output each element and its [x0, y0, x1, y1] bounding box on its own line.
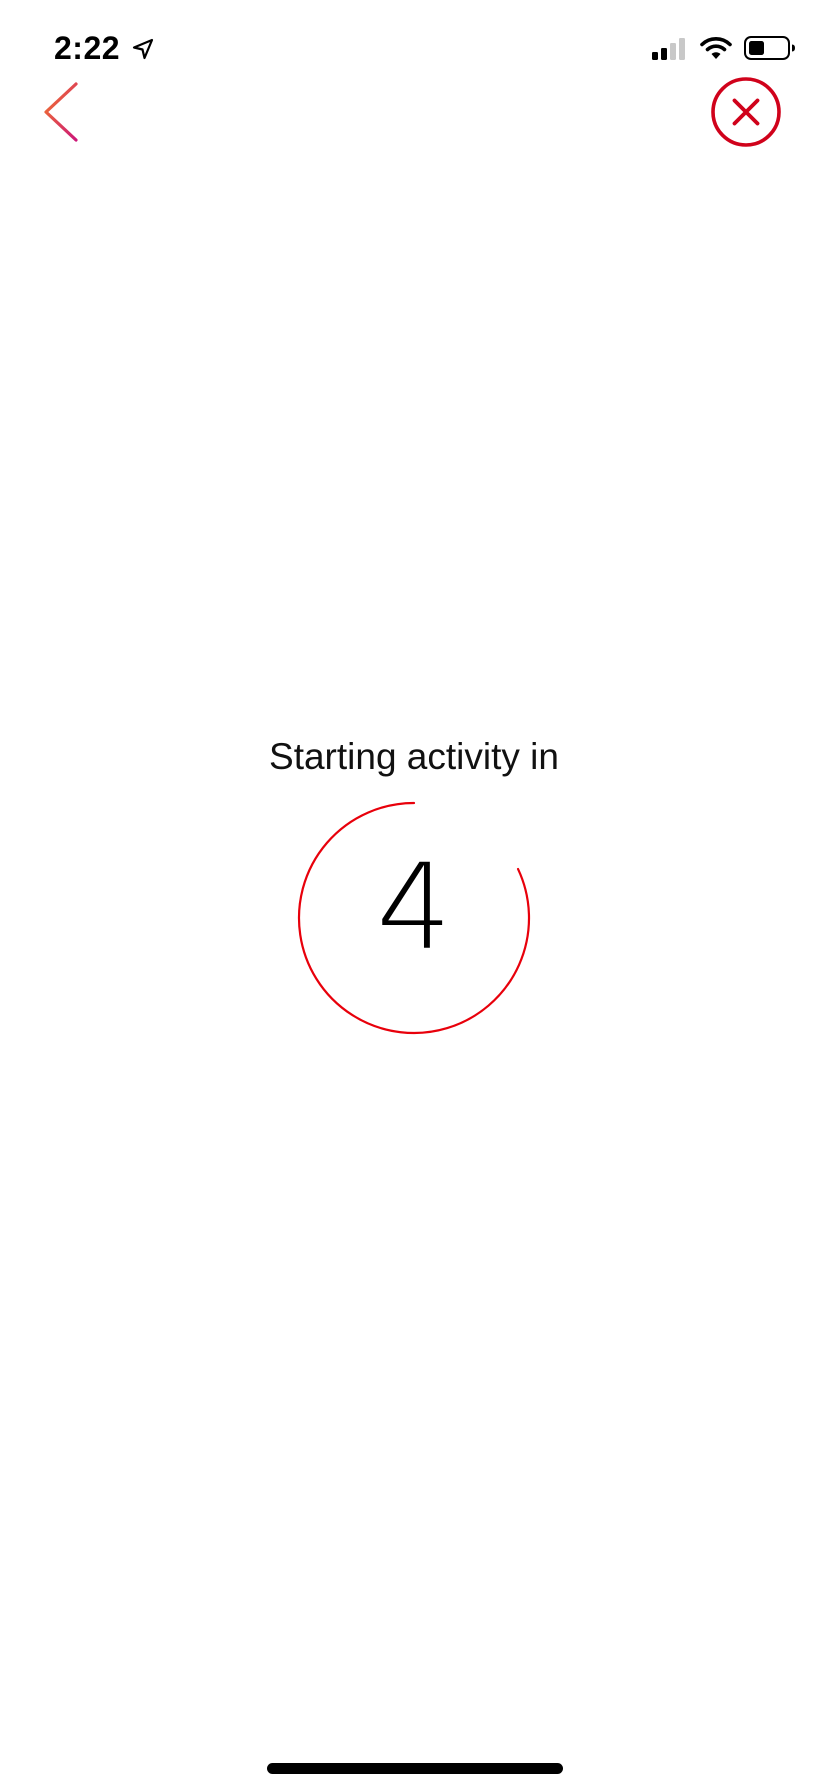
status-bar: 2:22	[0, 0, 828, 96]
cellular-signal-icon	[652, 38, 685, 60]
home-indicator	[267, 1763, 563, 1774]
countdown-number: 4	[376, 838, 452, 976]
status-time: 2:22	[54, 30, 121, 66]
battery-icon	[744, 36, 795, 60]
close-button[interactable]	[710, 76, 782, 148]
chevron-left-icon	[44, 82, 78, 142]
close-circle-icon	[711, 77, 781, 147]
countdown-label: Starting activity in	[269, 736, 559, 777]
location-arrow-icon	[132, 38, 154, 60]
screen: 2:22 Starting activity in 4	[0, 0, 828, 1792]
back-button[interactable]	[38, 80, 88, 144]
wifi-icon	[700, 37, 732, 59]
